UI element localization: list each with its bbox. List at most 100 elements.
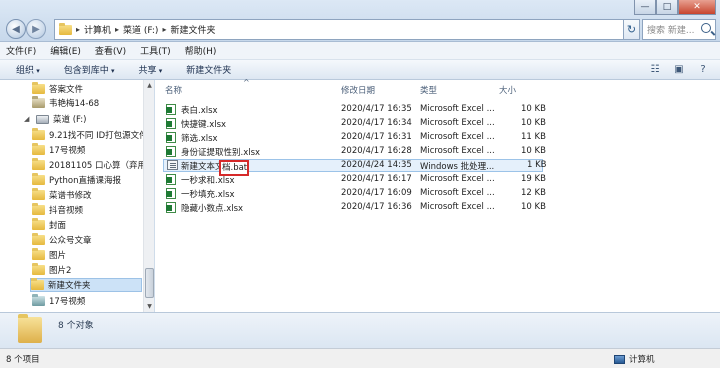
table-row[interactable]: 隐藏小数点.xlsx 2020/4/17 16:36 Microsoft Exc… — [163, 202, 546, 215]
nav-item[interactable]: 公众号文章 — [32, 233, 92, 247]
folder-icon — [59, 22, 72, 35]
folder-icon — [32, 173, 45, 185]
menu-help[interactable]: 帮助(H) — [185, 44, 217, 57]
status-item-count: 8 个项目 — [6, 355, 40, 365]
excel-file-icon — [166, 174, 176, 185]
table-row[interactable]: 一秒填充.xlsx 2020/4/17 16:09 Microsoft Exce… — [163, 188, 546, 201]
nav-item-drive[interactable]: ◢ 菜道 (F:) — [24, 112, 86, 126]
file-size: 12 KB — [521, 188, 546, 198]
sort-ascending-icon: ^ — [243, 78, 250, 87]
nav-item-label: 封面 — [49, 221, 67, 231]
excel-file-icon — [166, 188, 176, 199]
nav-item[interactable]: 封面 — [32, 218, 66, 232]
table-row[interactable]: 筛选.xlsx 2020/4/17 16:31 Microsoft Excel … — [163, 132, 546, 145]
folder-icon — [32, 82, 45, 94]
preview-pane-icon[interactable]: ▣ — [672, 62, 686, 76]
collapse-triangle-icon[interactable]: ◢ — [24, 115, 32, 123]
column-header-name[interactable]: 名称 — [165, 84, 182, 98]
file-modified: 2020/4/17 16:36 — [341, 202, 412, 212]
nav-item[interactable]: 17号视频 — [32, 143, 85, 157]
forward-button[interactable]: ▶ — [26, 19, 46, 39]
chevron-right-icon[interactable]: ▸ — [115, 25, 119, 34]
scroll-down-icon[interactable]: ▼ — [145, 302, 154, 311]
organize-button[interactable]: 组织 — [16, 63, 40, 76]
search-input[interactable]: 搜索 新建... — [642, 19, 716, 40]
refresh-button[interactable]: ↻ — [623, 19, 640, 40]
excel-file-icon — [166, 118, 176, 129]
nav-item[interactable]: 20181105 口心算（弃用, — [32, 158, 149, 172]
menu-edit[interactable]: 编辑(E) — [50, 44, 81, 57]
nav-item[interactable]: 答案文件 — [32, 82, 83, 96]
refresh-icon: ↻ — [626, 23, 637, 36]
file-type: Microsoft Excel ... — [420, 188, 495, 198]
nav-item[interactable]: 图片2 — [32, 263, 71, 277]
back-button[interactable]: ◀ — [6, 19, 26, 39]
file-modified: 2020/4/17 16:17 — [341, 174, 412, 184]
file-type: Microsoft Excel ... — [420, 146, 495, 156]
chevron-right-icon[interactable]: ▸ — [162, 25, 166, 34]
nav-item-label: 韦艳梅14-68 — [49, 99, 100, 109]
file-name: 一秒求和.xlsx — [181, 176, 235, 186]
table-row[interactable]: 快捷键.xlsx 2020/4/17 16:34 Microsoft Excel… — [163, 118, 546, 131]
folder-icon — [32, 128, 45, 140]
nav-item-selected[interactable]: 新建文件夹 — [30, 278, 142, 292]
menu-bar: 文件(F) 编辑(E) 查看(V) 工具(T) 帮助(H) — [0, 42, 720, 60]
close-button[interactable]: ✕ — [678, 0, 716, 15]
navigation-pane: 答案文件 韦艳梅14-68 ◢ 菜道 (F:) 9.21找不同 ID打包源文件(… — [0, 80, 154, 312]
scroll-up-icon[interactable]: ▲ — [145, 81, 154, 90]
view-options-icon[interactable]: ☷ — [648, 62, 662, 76]
new-folder-button[interactable]: 新建文件夹 — [186, 63, 231, 76]
menu-view[interactable]: 查看(V) — [95, 44, 126, 57]
computer-icon — [614, 354, 625, 364]
nav-item[interactable]: 17号视频 — [32, 294, 85, 308]
column-header-size[interactable]: 大小 — [499, 84, 516, 98]
nav-item[interactable]: 图片 — [32, 248, 66, 262]
breadcrumb-computer[interactable]: 计算机 — [84, 23, 111, 36]
help-icon[interactable]: ? — [696, 62, 710, 76]
nav-item[interactable]: 菜谱书修改 — [32, 188, 92, 202]
file-size: 1 KB — [527, 160, 547, 170]
file-modified: 2020/4/17 16:28 — [341, 146, 412, 156]
folder-icon — [32, 203, 45, 215]
drive-icon — [36, 114, 49, 124]
file-type: Windows 批处理... — [420, 162, 495, 172]
scrollbar-thumb[interactable] — [145, 268, 154, 298]
file-name: 新建文本文 — [181, 162, 224, 172]
nav-item[interactable]: 抖音视频 — [32, 203, 83, 217]
minimize-button[interactable]: — — [634, 0, 656, 15]
nav-item[interactable]: 9.21找不同 ID打包源文件( — [32, 128, 151, 142]
include-in-library-button[interactable]: 包含到库中 — [64, 63, 115, 76]
menu-file[interactable]: 文件(F) — [6, 44, 36, 57]
folder-icon — [32, 263, 45, 275]
file-type: Microsoft Excel ... — [420, 174, 495, 184]
nav-item-label: Python直播课海报 — [49, 176, 121, 186]
table-row[interactable]: 身份证提取性别.xlsx 2020/4/17 16:28 Microsoft E… — [163, 146, 546, 159]
folder-icon — [32, 218, 45, 230]
nav-scrollbar[interactable]: ▲ ▼ — [143, 80, 154, 312]
file-type: Microsoft Excel ... — [420, 132, 495, 142]
table-row[interactable]: 一秒求和.xlsx 2020/4/17 16:17 Microsoft Exce… — [163, 174, 546, 187]
breadcrumb-drive[interactable]: 菜道 (F:) — [123, 23, 158, 36]
file-size: 10 KB — [521, 118, 546, 128]
chevron-right-icon[interactable]: ▸ — [76, 25, 80, 34]
maximize-button[interactable]: □ — [656, 0, 678, 15]
address-bar[interactable]: ▸ 计算机 ▸ 菜道 (F:) ▸ 新建文件夹 ▾ — [54, 19, 640, 40]
search-icon — [701, 23, 711, 33]
file-type: Microsoft Excel ... — [420, 202, 495, 212]
folder-icon — [31, 278, 44, 290]
folder-icon — [32, 233, 45, 245]
breadcrumb-folder[interactable]: 新建文件夹 — [170, 23, 215, 36]
nav-item[interactable]: 韦艳梅14-68 — [32, 96, 99, 110]
file-type: Microsoft Excel ... — [420, 104, 495, 114]
column-header-type[interactable]: 类型 — [420, 84, 437, 98]
folder-icon — [32, 248, 45, 260]
column-header-modified[interactable]: 修改日期 — [341, 84, 375, 98]
share-button[interactable]: 共享 — [139, 63, 163, 76]
details-pane: 8 个对象 — [0, 312, 720, 348]
menu-tools[interactable]: 工具(T) — [140, 44, 171, 57]
file-type: Microsoft Excel ... — [420, 118, 495, 128]
nav-item-label: 新建文件夹 — [48, 281, 91, 291]
table-row-selected[interactable]: 新建文本文 档.bat 2020/4/24 14:35 Windows 批处理.… — [163, 159, 547, 176]
table-row[interactable]: 表白.xlsx 2020/4/17 16:35 Microsoft Excel … — [163, 104, 546, 117]
nav-item[interactable]: Python直播课海报 — [32, 173, 121, 187]
